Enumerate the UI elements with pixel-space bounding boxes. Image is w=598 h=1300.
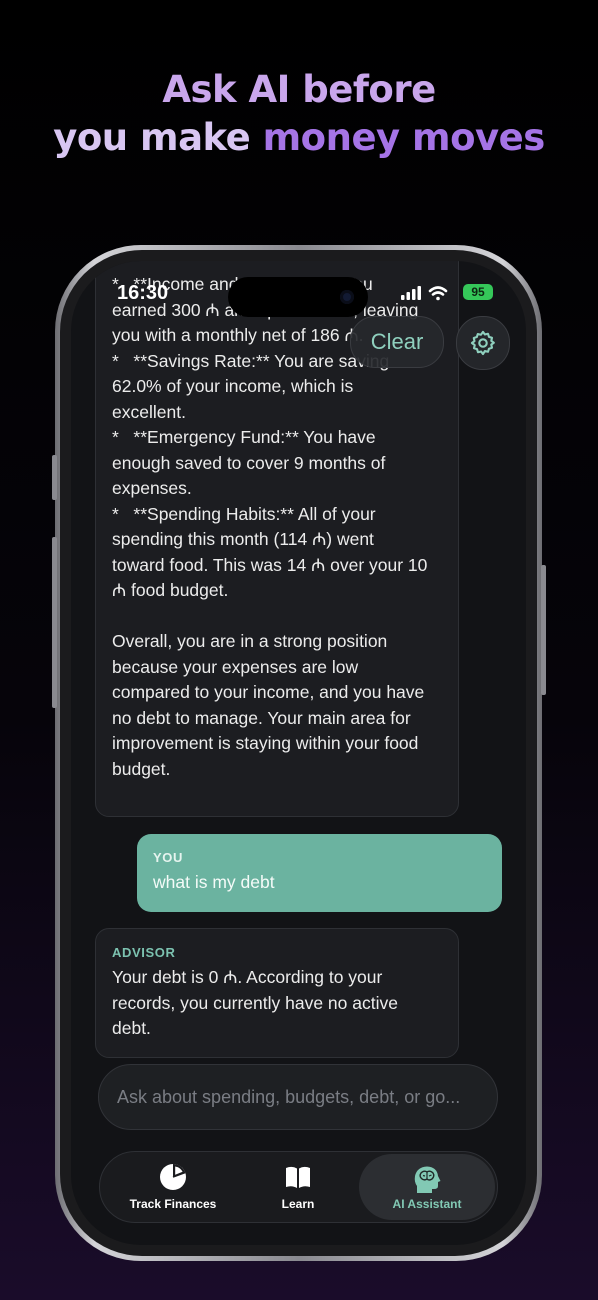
cellular-signal-icon [401, 286, 421, 300]
tab-bar: Track Finances Learn AI Assistant [99, 1151, 498, 1223]
advisor-reply-text: Your debt is 0 ₼. According to your reco… [112, 967, 398, 1038]
tab-track-finances[interactable]: Track Finances [114, 1152, 232, 1222]
tab-label: Track Finances [129, 1197, 217, 1211]
clear-button[interactable]: Clear [350, 316, 444, 368]
user-role-label: YOU [153, 850, 183, 865]
status-icons [401, 284, 457, 302]
settings-button[interactable] [456, 316, 510, 370]
wifi-icon [428, 286, 448, 301]
book-icon [286, 1166, 310, 1188]
brain-head-icon [414, 1166, 441, 1193]
tab-learn[interactable]: Learn [254, 1152, 342, 1222]
headline-line-2: you make money moves [0, 114, 598, 162]
headline-line-1: Ask AI before [162, 68, 436, 111]
gear-icon [470, 330, 495, 356]
headline-line-2-start: you make [53, 116, 263, 159]
advisor-role-label: ADVISOR [112, 945, 176, 960]
volume-up-button [52, 537, 57, 637]
chat-input[interactable]: Ask about spending, budgets, debt, or go… [98, 1064, 498, 1130]
user-message-text: what is my debt [153, 872, 275, 892]
app-screen: * **Income and Expenses:** You earned 30… [71, 261, 526, 1245]
power-button [541, 565, 546, 695]
battery-indicator: 95 [463, 284, 493, 300]
tab-label: Learn [281, 1197, 315, 1211]
volume-down-button [52, 632, 57, 708]
front-camera [340, 290, 354, 304]
status-time: 16:30 [117, 282, 169, 304]
tab-label: AI Assistant [392, 1197, 462, 1211]
headline-line-2-highlight: money moves [262, 116, 546, 159]
mute-switch [52, 455, 57, 500]
pie-chart-icon [160, 1164, 186, 1190]
dynamic-island [228, 277, 368, 317]
tab-ai-assistant[interactable]: AI Assistant [359, 1154, 495, 1220]
user-message-bubble: YOU what is my debt [137, 834, 502, 912]
headline: Ask AI before you make money moves [0, 66, 598, 162]
advisor-reply-bubble: ADVISOR Your debt is 0 ₼. According to y… [95, 928, 459, 1058]
